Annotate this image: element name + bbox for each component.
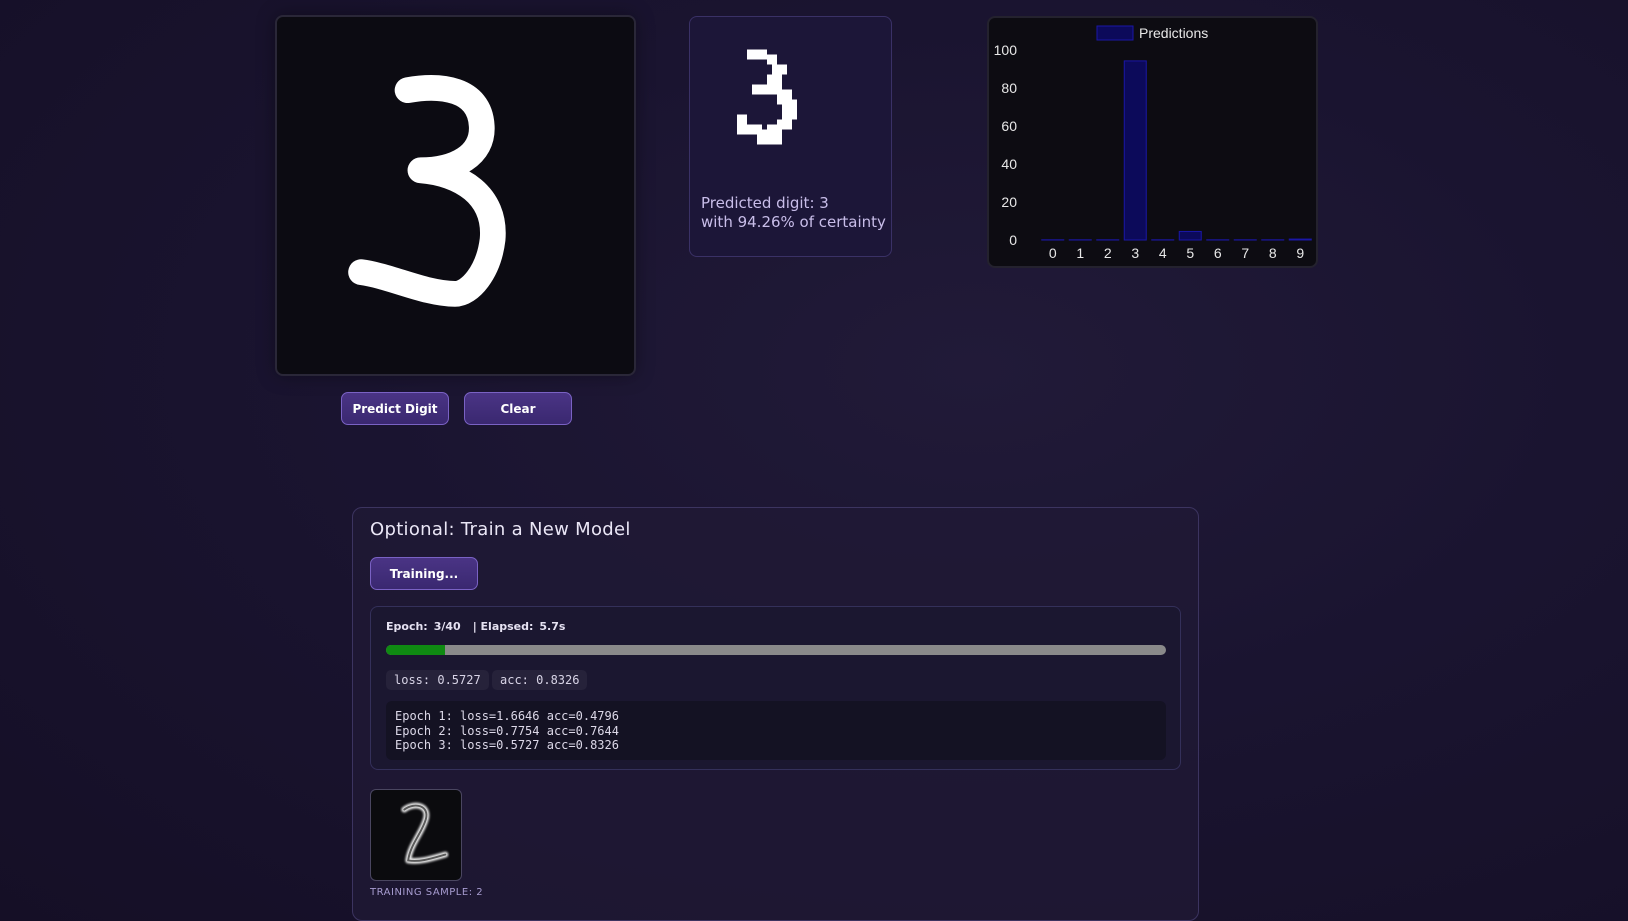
drawn-digit-icon (348, 75, 506, 307)
training-sample-caption: TRAINING SAMPLE: 2 (370, 887, 484, 898)
pixelated-digit-icon (737, 49, 797, 145)
log-line: Epoch 3: loss=0.5727 acc=0.8326 (395, 738, 619, 752)
certainty-label: with 94.26% of certainty (701, 213, 886, 231)
predicted-digit-label: Predicted digit: 3 (701, 194, 829, 212)
chart-bar (1288, 238, 1312, 241)
training-title: Optional: Train a New Model (370, 519, 631, 540)
elapsed-value: 5.7s (539, 620, 566, 633)
x-tick-label: 4 (1159, 245, 1167, 261)
epoch-label: Epoch: (386, 620, 428, 633)
prediction-text: Predicted digit: 3 with 94.26% of certai… (701, 194, 886, 232)
y-tick-label: 0 (1009, 232, 1017, 248)
sample-digit-icon (401, 802, 449, 864)
x-tick-label: 3 (1131, 245, 1139, 261)
train-button[interactable]: Training... (370, 557, 478, 590)
chart-bar (1123, 60, 1147, 241)
x-tick-label: 7 (1241, 245, 1249, 261)
epoch-status: Epoch: 3/40 | Elapsed: 5.7s (386, 620, 571, 633)
x-tick-label: 9 (1296, 245, 1304, 261)
training-sample-image (370, 789, 462, 881)
clear-button[interactable]: Clear (464, 392, 572, 425)
chart-bars (1041, 60, 1312, 241)
x-tick-label: 6 (1214, 245, 1222, 261)
training-log: Epoch 1: loss=1.6646 acc=0.4796 Epoch 2:… (386, 701, 1166, 760)
legend-swatch (1096, 25, 1134, 41)
chart-legend: Predictions (1096, 25, 1208, 41)
prediction-card: Predicted digit: 3 with 94.26% of certai… (689, 16, 892, 257)
y-axis-ticks: 0 20 40 60 80 100 (994, 42, 1018, 248)
x-tick-label: 8 (1269, 245, 1277, 261)
progress-bar (386, 645, 1166, 655)
legend-label: Predictions (1139, 25, 1208, 41)
training-progress-box: Epoch: 3/40 | Elapsed: 5.7s loss: 0.5727 ac… (370, 606, 1181, 770)
predict-digit-button[interactable]: Predict Digit (341, 392, 449, 425)
y-tick-label: 80 (1001, 80, 1017, 96)
predictions-chart: Predictions 0 20 40 60 80 100 0 1 2 3 4 5 6 7 8 9 (987, 16, 1318, 268)
y-tick-label: 40 (1001, 156, 1017, 172)
training-panel: Optional: Train a New Model Training... … (352, 507, 1199, 921)
progress-bar-fill (386, 645, 445, 655)
epoch-value: 3/40 (433, 620, 461, 633)
y-tick-label: 100 (994, 42, 1018, 58)
x-tick-label: 2 (1104, 245, 1112, 261)
chart-bar (1178, 230, 1202, 241)
x-tick-label: 5 (1186, 245, 1194, 261)
accuracy-badge: acc: 0.8326 (492, 670, 588, 690)
loss-badge: loss: 0.5727 (386, 670, 489, 690)
elapsed-label: | Elapsed: (472, 620, 534, 633)
drawing-canvas[interactable] (275, 15, 636, 376)
y-tick-label: 60 (1001, 118, 1017, 134)
x-tick-label: 0 (1049, 245, 1057, 261)
y-tick-label: 20 (1001, 194, 1017, 210)
log-line: Epoch 1: loss=1.6646 acc=0.4796 (395, 709, 619, 723)
x-axis-ticks: 0 1 2 3 4 5 6 7 8 9 (1049, 245, 1305, 261)
x-tick-label: 1 (1076, 245, 1084, 261)
predictions-bar-chart: Predictions 0 20 40 60 80 100 0 1 2 3 4 5 6 7 8 9 (994, 25, 1312, 261)
log-line: Epoch 2: loss=0.7754 acc=0.7644 (395, 723, 619, 738)
